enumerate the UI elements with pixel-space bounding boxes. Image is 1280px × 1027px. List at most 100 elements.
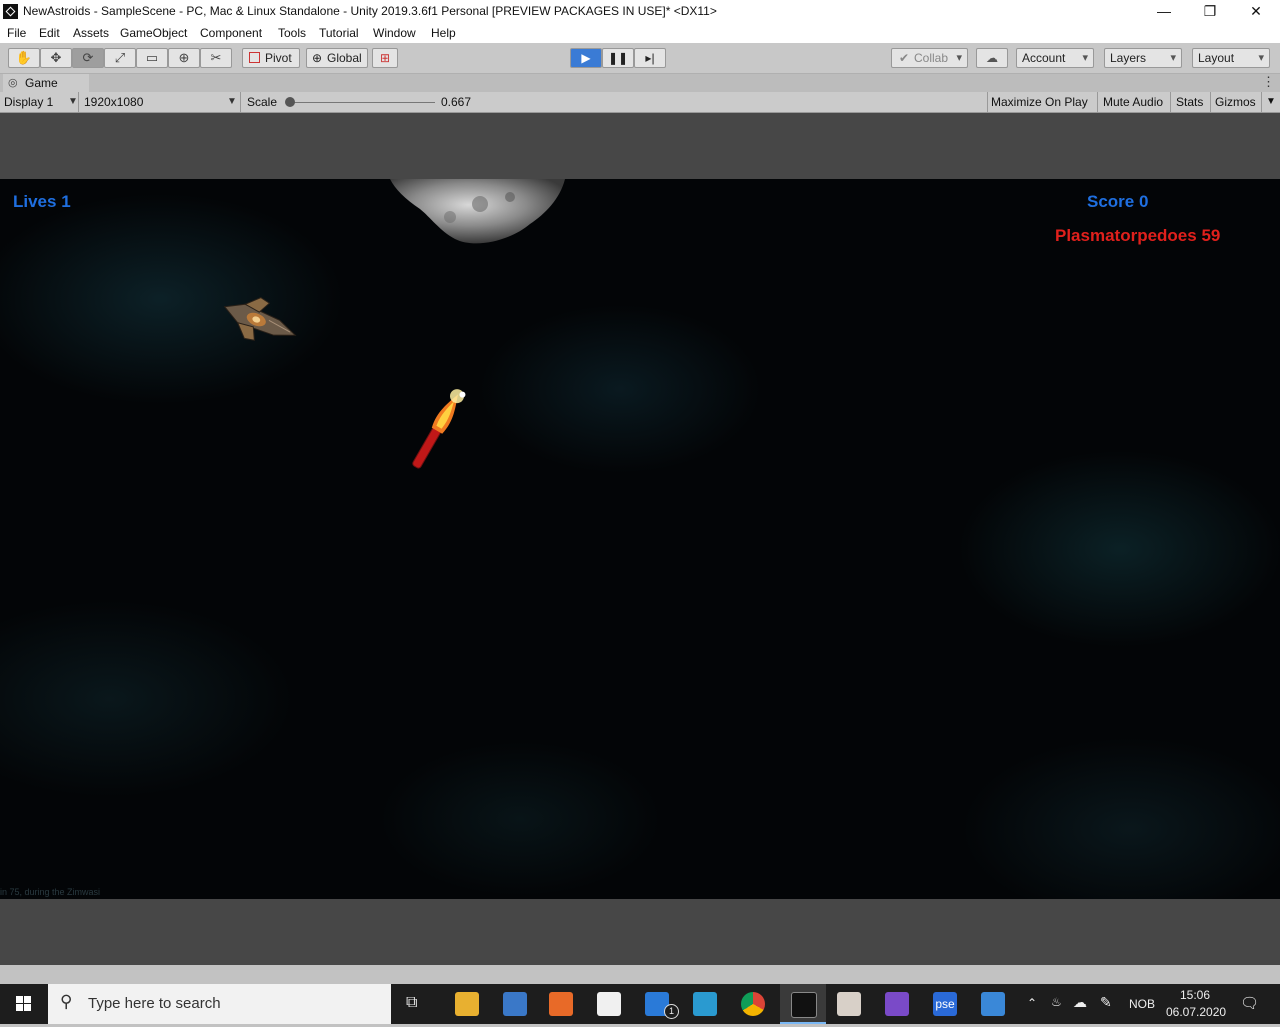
search-icon: ⚲ xyxy=(60,992,73,1011)
lives-counter: Lives 1 xyxy=(13,192,71,211)
task-view-icon[interactable]: ⧉ xyxy=(406,994,417,1012)
close-button[interactable]: ✕ xyxy=(1233,0,1279,23)
search-placeholder: Type here to search xyxy=(88,995,221,1012)
scale-value: 0.667 xyxy=(441,95,472,109)
gizmos-toggle[interactable]: Gizmos xyxy=(1215,92,1256,112)
collab-dropdown[interactable]: ✔ Collab xyxy=(891,48,968,68)
menu-file[interactable]: File xyxy=(7,26,26,40)
account-dropdown[interactable]: Account xyxy=(1016,48,1094,68)
menu-help[interactable]: Help xyxy=(431,26,456,40)
layout-dropdown[interactable]: Layout xyxy=(1192,48,1270,68)
main-toolbar: ✋ ✥ ⟳ ⤢ ▭ ⊕ ✂ Pivot ⊕ Global ⊞ ▶ ❚❚ ▸| ✔… xyxy=(0,43,1280,74)
collab-label: Collab xyxy=(914,51,949,65)
kebab-menu-icon[interactable]: ⋮ xyxy=(1262,74,1275,90)
game-view-toolbar: Display 1 ▼ 1920x1080 ▼ Scale 0.667 Maxi… xyxy=(0,92,1280,113)
pivot-icon xyxy=(249,52,260,63)
scale-label: Scale xyxy=(247,95,278,109)
pause-button[interactable]: ❚❚ xyxy=(602,48,634,68)
torpedo-counter: Plasmatorpedoes 59 xyxy=(1055,226,1221,245)
account-label: Account xyxy=(1022,51,1066,65)
custom-tool-icon[interactable]: ✂ xyxy=(200,48,232,68)
transform-tool-icon[interactable]: ⊕ xyxy=(168,48,200,68)
onedrive-icon[interactable]: ☁ xyxy=(1073,994,1087,1011)
mute-audio-toggle[interactable]: Mute Audio xyxy=(1103,92,1163,112)
paint-icon[interactable] xyxy=(503,992,527,1016)
taskbar: ⚲ Type here to search ⧉ 1 pse ⌃ ♨ ☁ ✎ NO… xyxy=(0,984,1280,1024)
visual-studio-icon[interactable] xyxy=(885,992,909,1016)
scale-tool-icon[interactable]: ⤢ xyxy=(104,48,136,68)
menu-tools[interactable]: Tools xyxy=(278,26,306,40)
globe-icon: ⊕ xyxy=(312,51,323,65)
cloud-icon[interactable]: ☁ xyxy=(976,48,1008,68)
asteroid-sprite xyxy=(390,179,565,244)
resolution-dropdown[interactable]: 1920x1080 ▼ xyxy=(84,92,238,112)
gizmos-chevron-down-icon[interactable]: ▼ xyxy=(1266,92,1276,112)
photos-icon[interactable] xyxy=(981,992,1005,1016)
unity-taskbar-slot[interactable] xyxy=(780,984,826,1024)
unity-app-icon xyxy=(791,992,817,1018)
score-counter: Score 0 xyxy=(1087,192,1149,211)
start-button[interactable] xyxy=(0,984,48,1024)
weather-icon[interactable] xyxy=(693,992,717,1016)
layers-dropdown[interactable]: Layers xyxy=(1104,48,1182,68)
minimize-button[interactable]: — xyxy=(1141,0,1187,23)
scale-slider-track[interactable] xyxy=(290,102,435,103)
language-indicator[interactable]: NOB xyxy=(1129,997,1155,1011)
layers-label: Layers xyxy=(1110,51,1147,65)
store-icon[interactable] xyxy=(597,992,621,1016)
spaceship-sprite xyxy=(223,297,297,341)
notepad-icon[interactable] xyxy=(837,992,861,1016)
menu-edit[interactable]: Edit xyxy=(39,26,60,40)
chevron-down-icon: ▼ xyxy=(68,96,78,107)
tab-game[interactable]: ◎ Game xyxy=(3,74,89,92)
file-explorer-icon[interactable] xyxy=(455,992,479,1016)
chevron-up-icon[interactable]: ⌃ xyxy=(1027,996,1037,1010)
resolution-label: 1920x1080 xyxy=(84,95,144,109)
pse-icon[interactable]: pse xyxy=(933,992,957,1016)
menu-component[interactable]: Component xyxy=(200,26,262,40)
clock-date[interactable]: 06.07.2020 xyxy=(1166,1005,1226,1019)
scale-slider-thumb[interactable] xyxy=(285,97,295,107)
rect-tool-icon[interactable]: ▭ xyxy=(136,48,168,68)
stats-toggle[interactable]: Stats xyxy=(1176,92,1203,112)
scene-footnote: in 75, during the Zimwasi xyxy=(0,887,101,897)
title-bar: NewAstroids - SampleScene - PC, Mac & Li… xyxy=(0,0,1280,23)
plasma-torpedo-sprite xyxy=(412,389,466,469)
rotate-tool-icon[interactable]: ⟳ xyxy=(72,48,104,68)
snap-icon[interactable]: ⊞ xyxy=(372,48,398,68)
menu-assets[interactable]: Assets xyxy=(73,26,109,40)
window-title: NewAstroids - SampleScene - PC, Mac & Li… xyxy=(23,4,717,18)
global-button[interactable]: ⊕ Global xyxy=(306,48,368,68)
mail-badge: 1 xyxy=(664,1004,679,1019)
game-viewport[interactable]: Lives 1 Score 0 Plasmatorpedoes 59 in 75… xyxy=(0,179,1280,899)
pen-icon[interactable]: ✎ xyxy=(1100,994,1112,1011)
game-view: Lives 1 Score 0 Plasmatorpedoes 59 in 75… xyxy=(0,113,1280,965)
display-dropdown[interactable]: Display 1 ▼ xyxy=(4,92,78,112)
move-tool-icon[interactable]: ✥ xyxy=(40,48,72,68)
gamepad-icon: ◎ xyxy=(8,77,18,89)
clock-time[interactable]: 15:06 xyxy=(1180,988,1210,1002)
layout-label: Layout xyxy=(1198,51,1235,65)
notification-icon[interactable]: 🗨 xyxy=(1240,994,1259,1012)
display-label: Display 1 xyxy=(4,95,54,109)
tab-game-label: Game xyxy=(25,76,58,90)
global-label: Global xyxy=(327,51,362,65)
taskbar-search[interactable]: ⚲ Type here to search xyxy=(48,984,391,1024)
tray-app-icon[interactable]: ♨ xyxy=(1051,995,1062,1009)
pivot-button[interactable]: Pivot xyxy=(242,48,300,68)
chevron-down-icon: ▼ xyxy=(227,96,237,107)
media-player-icon[interactable] xyxy=(549,992,573,1016)
play-button[interactable]: ▶ xyxy=(570,48,602,68)
hand-tool-icon[interactable]: ✋ xyxy=(8,48,40,68)
unity-icon xyxy=(3,4,18,19)
menu-window[interactable]: Window xyxy=(373,26,416,40)
step-button[interactable]: ▸| xyxy=(634,48,666,68)
chrome-icon[interactable] xyxy=(741,992,765,1016)
restore-button[interactable]: ❐ xyxy=(1187,0,1233,23)
maximize-on-play-toggle[interactable]: Maximize On Play xyxy=(991,92,1088,112)
menu-tutorial[interactable]: Tutorial xyxy=(319,26,359,40)
pivot-label: Pivot xyxy=(265,51,292,65)
windows-icon xyxy=(16,996,31,1011)
checkmark-icon: ✔ xyxy=(899,51,910,65)
menu-gameobject[interactable]: GameObject xyxy=(120,26,187,40)
